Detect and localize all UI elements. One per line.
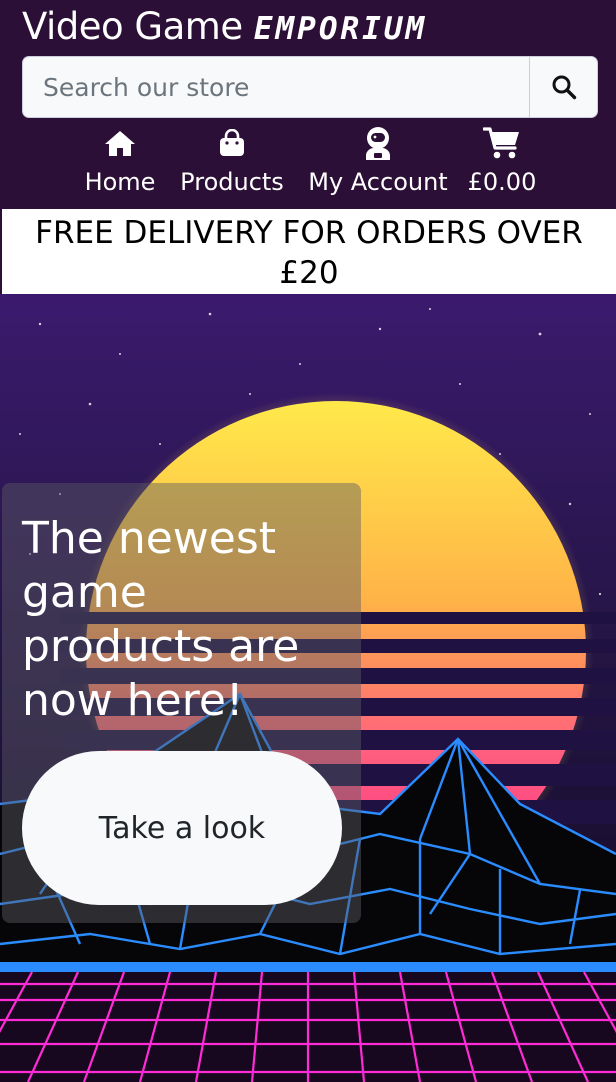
hero-section: The newest game products are now here! T… [0,294,616,1082]
brand-name-second: Emporium [253,11,428,47]
nav-home[interactable]: Home [82,122,158,208]
cart-icon [483,122,521,164]
main-nav: Home Products My Account £0.00 [0,122,616,208]
hero-title: The newest game products are now here! [22,513,300,726]
nav-my-account-label: My Account [308,168,448,196]
user-astronaut-icon [363,122,393,164]
site-header: Video Game Emporium Home [0,0,616,209]
shopping-bag-icon [219,122,245,164]
nav-home-label: Home [84,168,156,196]
home-icon [104,122,136,164]
nav-cart[interactable]: £0.00 [466,122,538,208]
search-button[interactable] [529,56,598,118]
search-form [22,56,598,118]
cart-total: £0.00 [467,168,537,196]
delivery-banner: FREE DELIVERY FOR ORDERS OVER £20 [0,209,616,294]
nav-my-account[interactable]: My Account [305,122,451,208]
brand-name-first: Video Game [22,5,243,48]
nav-products[interactable]: Products [176,122,288,208]
nav-products-label: Products [180,168,284,196]
search-icon [552,75,576,100]
brand-logo[interactable]: Video Game Emporium [22,4,427,52]
search-input[interactable] [22,56,529,118]
take-a-look-button[interactable]: Take a look [22,751,342,905]
